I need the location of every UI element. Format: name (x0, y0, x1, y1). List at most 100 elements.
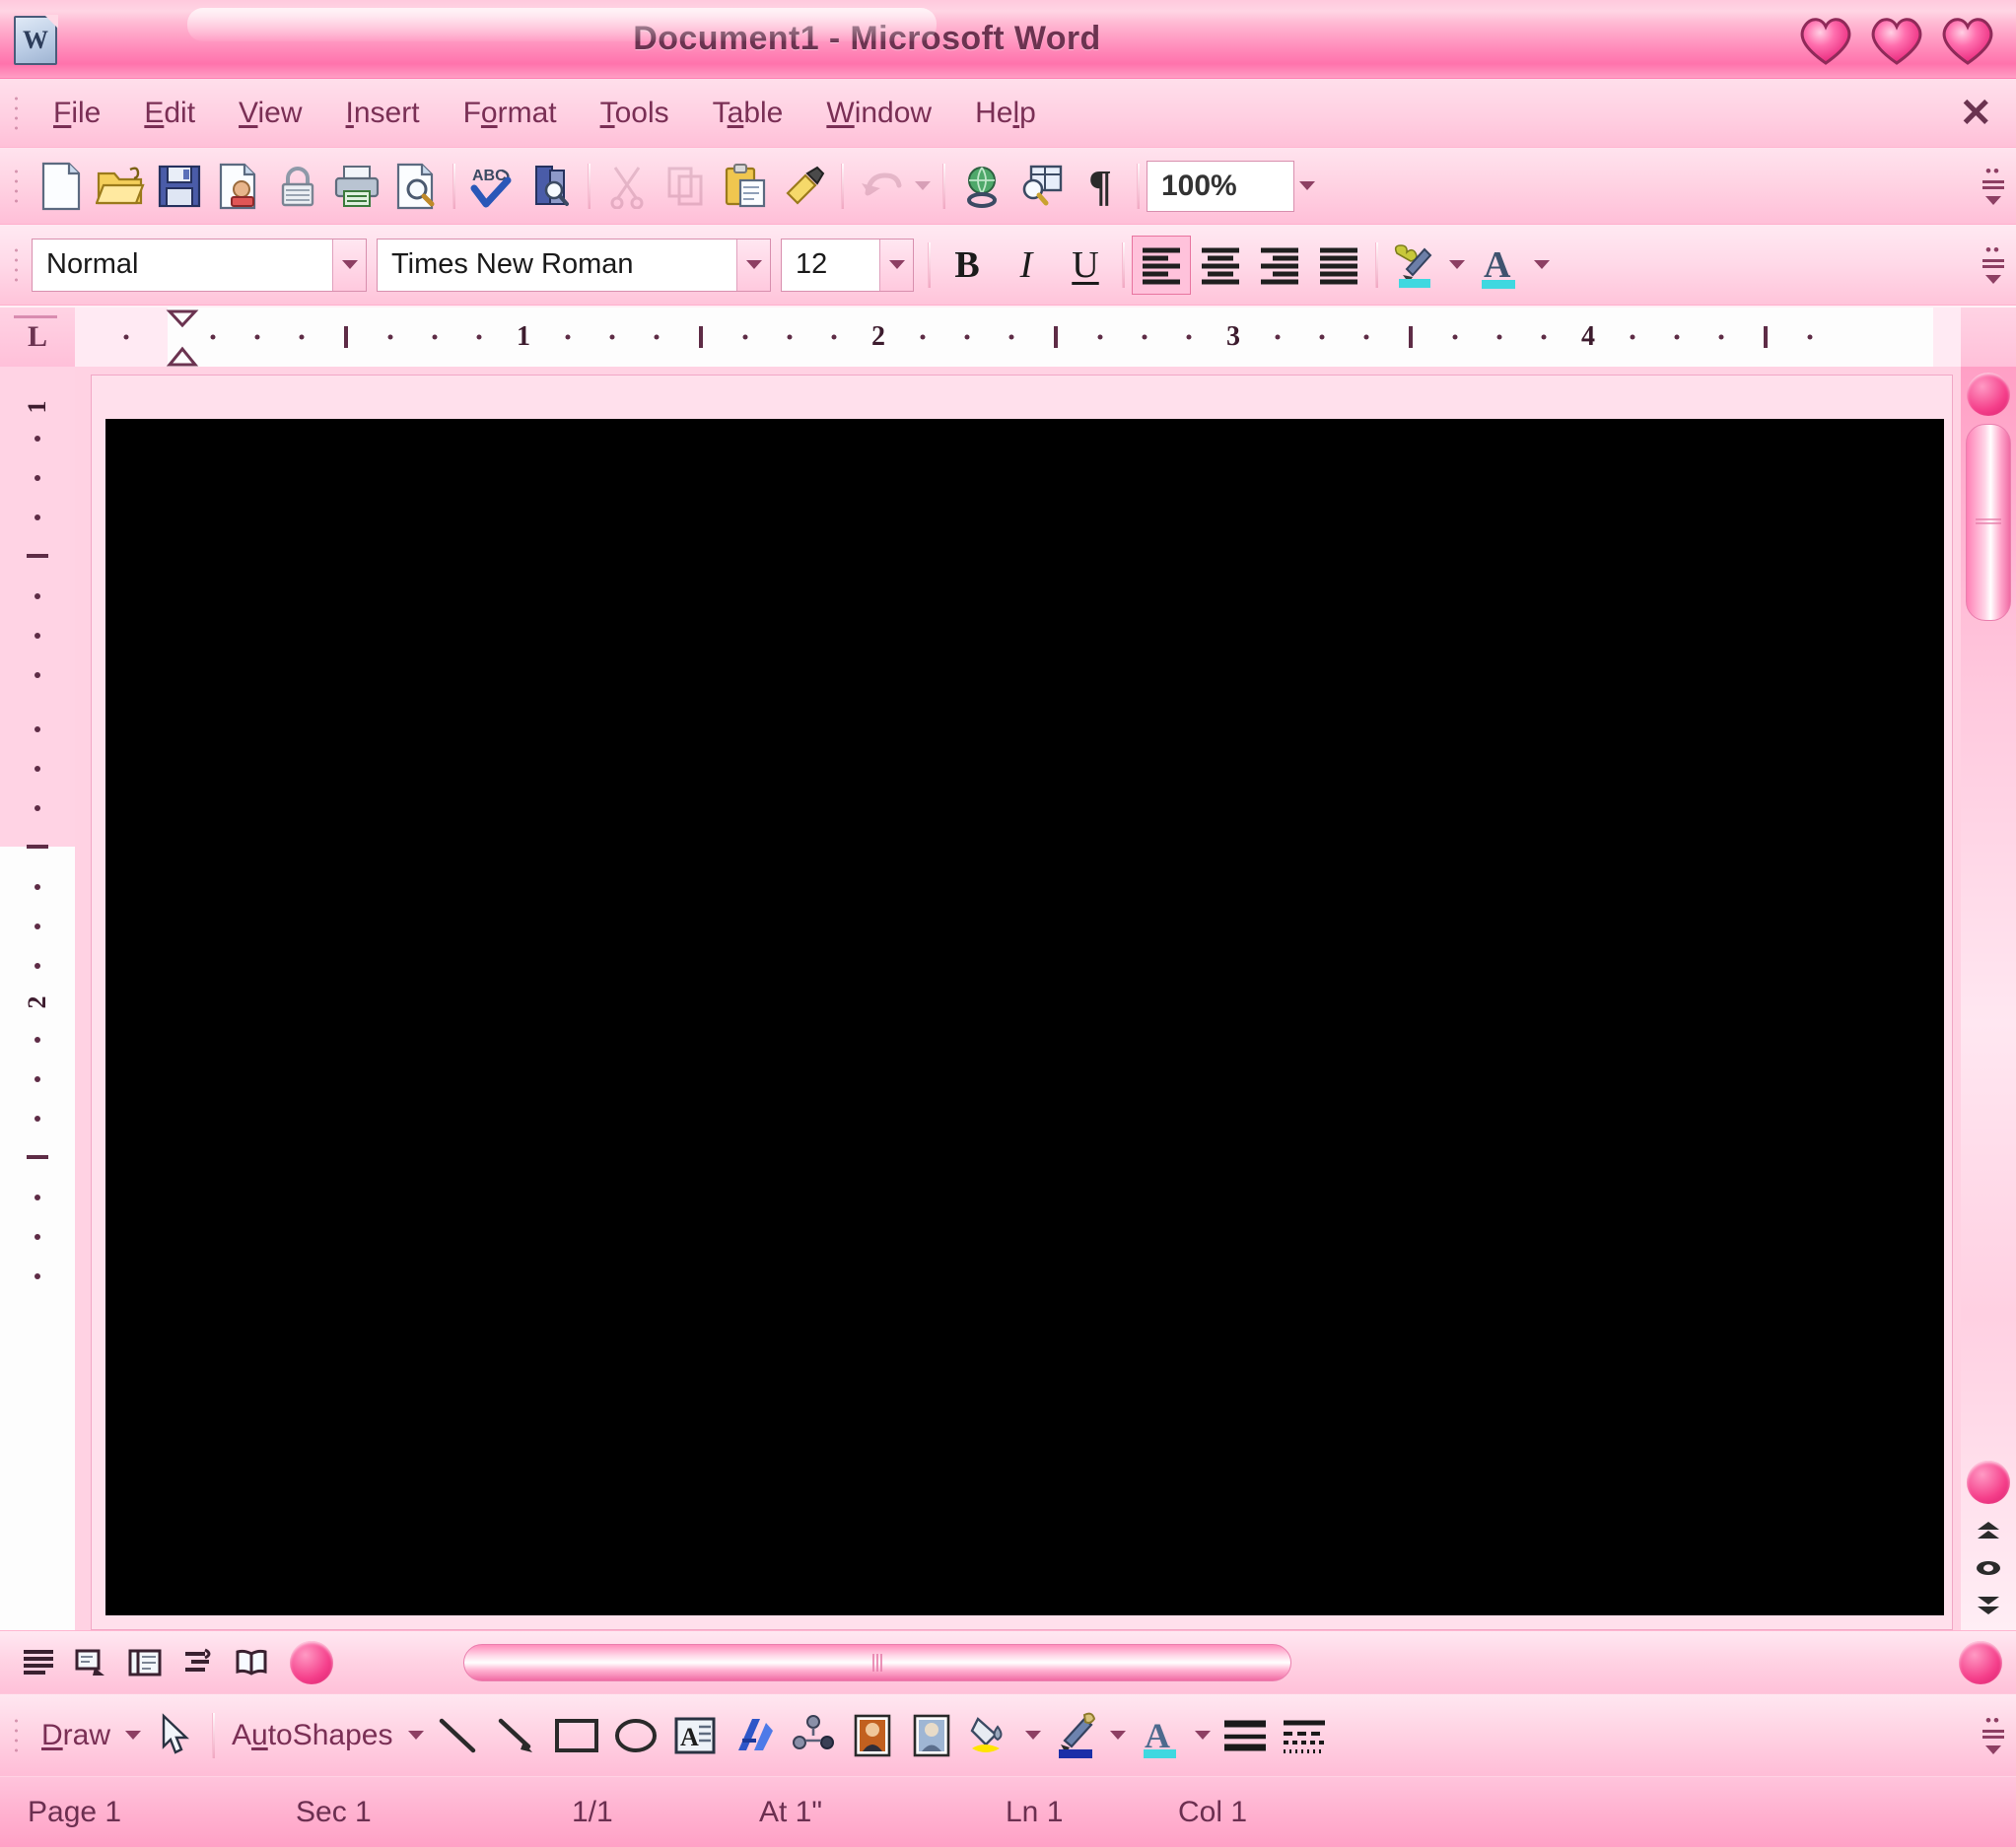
fill-color-dropdown-arrow[interactable] (1020, 1706, 1046, 1765)
font-combo[interactable]: Times New Roman (377, 238, 771, 292)
select-objects-button[interactable] (146, 1706, 205, 1765)
drawing-toolbar-options-button[interactable]: •• (1977, 1704, 2010, 1767)
paste-button[interactable] (716, 157, 775, 216)
save-button[interactable] (150, 157, 209, 216)
normal-view-button[interactable] (14, 1640, 63, 1685)
draw-menu-arrow[interactable] (120, 1706, 146, 1765)
drawing-font-color-dropdown-arrow[interactable] (1190, 1706, 1216, 1765)
menu-edit[interactable]: Edit (122, 91, 217, 136)
open-button[interactable] (91, 157, 150, 216)
justify-button[interactable] (1309, 236, 1368, 295)
menu-help[interactable]: Help (953, 91, 1058, 136)
highlight-button[interactable] (1385, 236, 1444, 295)
line-color-button[interactable] (1046, 1706, 1105, 1765)
zoom-level-input[interactable]: 100% (1147, 160, 1294, 212)
font-size-combo[interactable]: 12 (781, 238, 914, 292)
formatting-toolbar-options-button[interactable]: •• (1977, 234, 2010, 297)
menu-view[interactable]: View (217, 91, 323, 136)
insert-hyperlink-button[interactable] (952, 157, 1011, 216)
horizontal-ruler[interactable]: 1 2 3 4 (75, 308, 1961, 367)
highlight-dropdown-arrow[interactable] (1444, 236, 1470, 295)
font-dropdown-arrow[interactable] (736, 239, 770, 291)
show-hide-formatting-button[interactable]: ¶ (1071, 157, 1130, 216)
line-button[interactable] (429, 1706, 488, 1765)
indent-markers[interactable] (166, 308, 199, 367)
reading-layout-view-button[interactable] (227, 1640, 276, 1685)
scroll-left-button[interactable] (290, 1640, 333, 1684)
vertical-scroll-thumb[interactable] (1966, 424, 2011, 621)
formatting-toolbar-grip[interactable] (10, 242, 24, 287)
underline-button[interactable]: U (1056, 236, 1115, 295)
close-heart-button[interactable] (1937, 12, 1998, 67)
scroll-up-button[interactable] (1967, 373, 2010, 416)
format-painter-button[interactable] (775, 157, 834, 216)
copy-button[interactable] (657, 157, 716, 216)
fill-color-button[interactable] (961, 1706, 1020, 1765)
font-color-button[interactable]: A (1470, 236, 1529, 295)
print-preview-button[interactable] (386, 157, 446, 216)
spelling-grammar-button[interactable]: ABC (462, 157, 521, 216)
new-document-button[interactable] (32, 157, 91, 216)
print-layout-view-button[interactable] (120, 1640, 170, 1685)
menu-table[interactable]: Table (691, 91, 805, 136)
arrow-button[interactable] (488, 1706, 547, 1765)
scroll-down-button[interactable] (1967, 1461, 2010, 1504)
select-browse-object-button[interactable] (1969, 1551, 2008, 1585)
document-surface[interactable] (75, 367, 1961, 1630)
next-page-button[interactable] (1969, 1589, 2008, 1622)
standard-toolbar-options-button[interactable]: •• (1977, 155, 2010, 218)
font-color-dropdown-arrow[interactable] (1529, 236, 1555, 295)
menu-window[interactable]: Window (804, 91, 953, 136)
line-color-dropdown-arrow[interactable] (1105, 1706, 1131, 1765)
minimize-heart-button[interactable] (1795, 12, 1856, 67)
vertical-scroll-track[interactable] (1961, 621, 2016, 1455)
document-canvas[interactable] (105, 419, 1944, 1615)
text-box-button[interactable]: A (665, 1706, 725, 1765)
menu-bar-grip[interactable] (10, 91, 24, 135)
vertical-ruler[interactable]: 1 2 (0, 367, 75, 1630)
dash-style-button[interactable] (1275, 1706, 1334, 1765)
web-layout-view-button[interactable] (67, 1640, 116, 1685)
drawing-toolbar-grip[interactable] (10, 1713, 24, 1757)
insert-clip-art-button[interactable] (843, 1706, 902, 1765)
line-style-button[interactable] (1216, 1706, 1275, 1765)
style-combo[interactable]: Normal (32, 238, 367, 292)
outline-view-button[interactable] (174, 1640, 223, 1685)
undo-button[interactable] (851, 157, 910, 216)
horizontal-scroll-track[interactable] (345, 1640, 1947, 1685)
insert-picture-button[interactable] (902, 1706, 961, 1765)
align-left-button[interactable] (1132, 235, 1191, 295)
restore-heart-button[interactable] (1866, 12, 1927, 67)
menu-insert[interactable]: Insert (324, 91, 442, 136)
align-right-button[interactable] (1250, 236, 1309, 295)
tab-stop-selector[interactable]: L (0, 308, 75, 367)
autoshapes-menu-button[interactable]: AutoShapes (222, 1719, 402, 1752)
autoshapes-menu-arrow[interactable] (403, 1706, 429, 1765)
word-document-icon[interactable]: W (14, 14, 58, 65)
menu-file[interactable]: File (32, 91, 122, 136)
style-dropdown-arrow[interactable] (332, 239, 366, 291)
draw-menu-button[interactable]: Draw (32, 1719, 120, 1752)
tables-and-borders-button[interactable] (1011, 157, 1071, 216)
italic-button[interactable]: I (997, 236, 1056, 295)
scroll-right-button[interactable] (1959, 1640, 2002, 1684)
bold-button[interactable]: B (938, 236, 997, 295)
vertical-scrollbar[interactable] (1961, 367, 2016, 1630)
align-center-button[interactable] (1191, 236, 1250, 295)
menu-format[interactable]: Format (442, 91, 579, 136)
cut-button[interactable] (597, 157, 657, 216)
drawing-font-color-button[interactable]: A (1131, 1706, 1190, 1765)
insert-wordart-button[interactable] (725, 1706, 784, 1765)
print-button[interactable] (327, 157, 386, 216)
previous-page-button[interactable] (1969, 1514, 2008, 1547)
horizontal-scroll-thumb[interactable] (463, 1643, 1291, 1681)
email-button[interactable] (268, 157, 327, 216)
oval-button[interactable] (606, 1706, 665, 1765)
zoom-dropdown-arrow[interactable] (1294, 157, 1320, 216)
insert-diagram-button[interactable] (784, 1706, 843, 1765)
undo-dropdown-arrow[interactable] (910, 157, 936, 216)
rectangle-button[interactable] (547, 1706, 606, 1765)
close-document-icon[interactable]: ✕ (1959, 94, 1992, 133)
font-size-dropdown-arrow[interactable] (879, 239, 913, 291)
document-page[interactable] (91, 375, 1953, 1630)
